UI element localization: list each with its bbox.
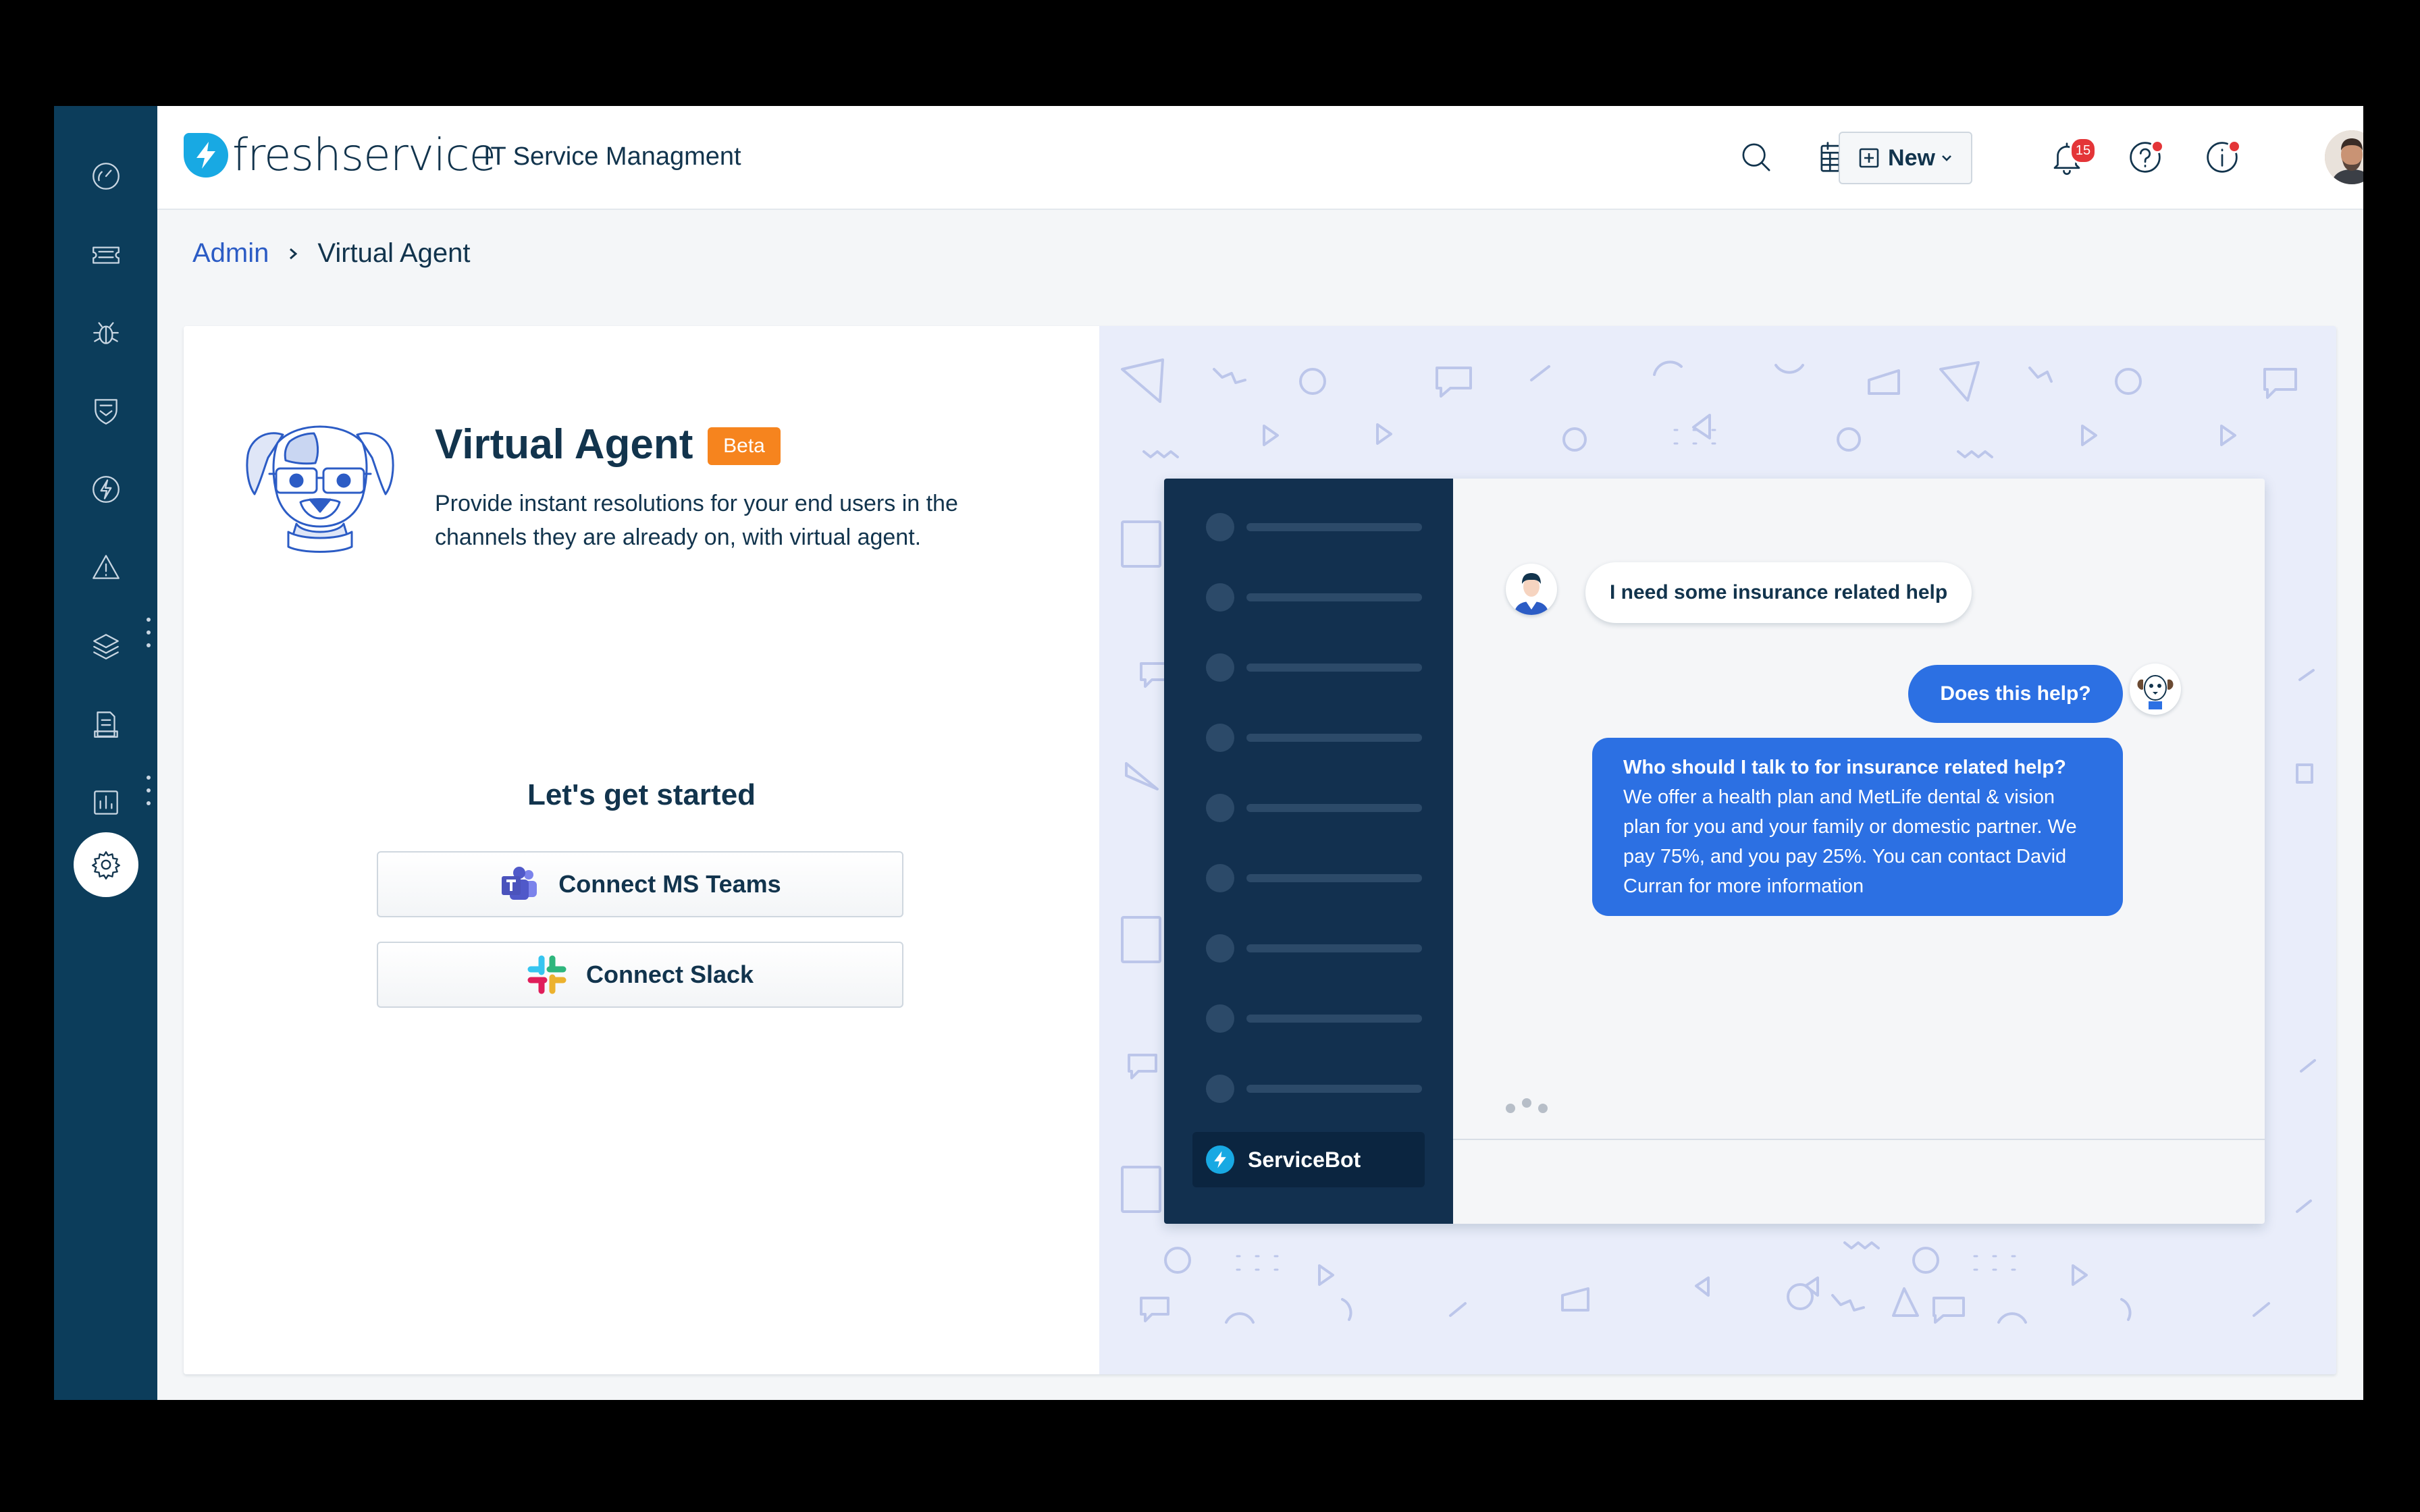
- app-window: freshservice IT Service Managment New 15: [54, 106, 2363, 1400]
- sidebar-item-reports[interactable]: [79, 776, 133, 830]
- connect-ms-teams-button[interactable]: Connect MS Teams: [377, 851, 903, 917]
- ms-teams-icon: [502, 867, 537, 900]
- servicebot-label: ServiceBot: [1248, 1147, 1361, 1172]
- help-indicator-dot: [2151, 140, 2164, 153]
- sidebar-item-tickets[interactable]: [79, 227, 133, 281]
- breadcrumb-admin-link[interactable]: Admin: [192, 238, 269, 269]
- virtual-agent-dog-icon: [246, 425, 394, 553]
- alerts-icon: [93, 555, 120, 579]
- freshservice-logo-icon: [184, 133, 228, 178]
- user-avatar-photo: [2325, 130, 2363, 184]
- dashboard-icon: [93, 163, 120, 190]
- app-title: IT Service Managment: [483, 142, 741, 171]
- bot-answer-body: We offer a health plan and MetLife denta…: [1623, 786, 2077, 897]
- connect-ms-teams-label: Connect MS Teams: [558, 870, 781, 898]
- top-header: freshservice IT Service Managment New 15: [157, 106, 2363, 210]
- sidebar-item-alerts[interactable]: [79, 541, 133, 595]
- chevron-right-icon: [290, 248, 298, 259]
- skeleton-row: [1206, 863, 1422, 893]
- sidebar-item-admin[interactable]: [74, 832, 138, 897]
- solutions-icon: [94, 711, 118, 738]
- new-button-label: New: [1888, 144, 1935, 171]
- skeleton-row: [1206, 1004, 1422, 1033]
- help-button[interactable]: [2124, 136, 2167, 179]
- servicebot-channel: ServiceBot: [1192, 1132, 1425, 1187]
- slack-icon: [527, 955, 567, 994]
- sidebar-item-dashboard[interactable]: [79, 149, 133, 203]
- bot-answer-bubble: Who should I talk to for insurance relat…: [1592, 738, 2123, 916]
- connect-slack-button[interactable]: Connect Slack: [377, 942, 903, 1008]
- sidebar-item-assets[interactable]: [79, 619, 133, 673]
- assets-icon: [93, 634, 119, 659]
- skeleton-row: [1206, 512, 1422, 542]
- search-button[interactable]: [1735, 136, 1778, 179]
- message-composer-divider: [1453, 1139, 2265, 1140]
- skeleton-row: [1206, 583, 1422, 612]
- info-button[interactable]: [2201, 136, 2244, 179]
- skeleton-row: [1206, 934, 1422, 963]
- servicebot-icon: [1206, 1145, 1234, 1174]
- sidebar-item-releases[interactable]: [79, 462, 133, 516]
- reports-icon: [94, 790, 118, 815]
- breadcrumb: Admin Virtual Agent: [192, 238, 470, 269]
- sidebar-item-changes[interactable]: [79, 384, 133, 438]
- user-avatar[interactable]: [2325, 130, 2363, 184]
- skeleton-row: [1206, 793, 1422, 823]
- breadcrumb-current: Virtual Agent: [317, 238, 471, 268]
- skeleton-row: [1206, 653, 1422, 682]
- virtual-agent-description: Provide instant resolutions for your end…: [435, 491, 958, 550]
- bot-avatar-small: [2130, 664, 2181, 715]
- notifications-button[interactable]: 15: [2045, 136, 2097, 179]
- beta-badge: Beta: [708, 427, 781, 465]
- virtual-agent-title: Virtual Agent: [435, 421, 693, 468]
- sidebar-more-dots[interactable]: [145, 618, 152, 647]
- sidebar-more-dots-2[interactable]: [145, 776, 152, 805]
- changes-icon: [95, 399, 117, 425]
- bot-answer-title: Who should I talk to for insurance relat…: [1623, 757, 2066, 778]
- virtual-agent-card: Virtual Agent Beta Provide instant resol…: [184, 326, 2336, 1374]
- typing-indicator: [1506, 1098, 1554, 1113]
- user-message-bubble: I need some insurance related help: [1585, 562, 1972, 623]
- chat-illustration-panel: ServiceBot I need some insurance related…: [1099, 326, 2336, 1374]
- problems-icon: [93, 322, 119, 344]
- chat-app-mockup: ServiceBot I need some insurance related…: [1164, 479, 2265, 1224]
- connect-slack-label: Connect Slack: [585, 961, 754, 988]
- sidebar-item-solutions[interactable]: [79, 697, 133, 751]
- user-avatar-small: [1506, 564, 1557, 615]
- get-started-heading: Let's get started: [527, 778, 756, 811]
- skeleton-row: [1206, 1074, 1422, 1104]
- freshservice-logo[interactable]: freshservice: [184, 133, 496, 178]
- sidebar-rail: [54, 106, 157, 1400]
- info-indicator-dot: [2228, 140, 2241, 153]
- tickets-icon: [93, 246, 120, 264]
- new-button[interactable]: New: [1839, 132, 1972, 184]
- plus-square-icon: [1859, 148, 1879, 168]
- releases-icon: [93, 476, 120, 503]
- mockup-sidebar: ServiceBot: [1164, 479, 1453, 1224]
- bot-message-bubble: Does this help?: [1908, 665, 2123, 723]
- admin-gear-icon: [92, 851, 120, 880]
- search-icon: [1742, 143, 1770, 171]
- chevron-down-icon: [1942, 155, 1951, 161]
- notification-badge: 15: [2070, 137, 2097, 164]
- skeleton-row: [1206, 723, 1422, 753]
- sidebar-item-problems[interactable]: [79, 306, 133, 360]
- brand-name: freshservice: [232, 129, 496, 181]
